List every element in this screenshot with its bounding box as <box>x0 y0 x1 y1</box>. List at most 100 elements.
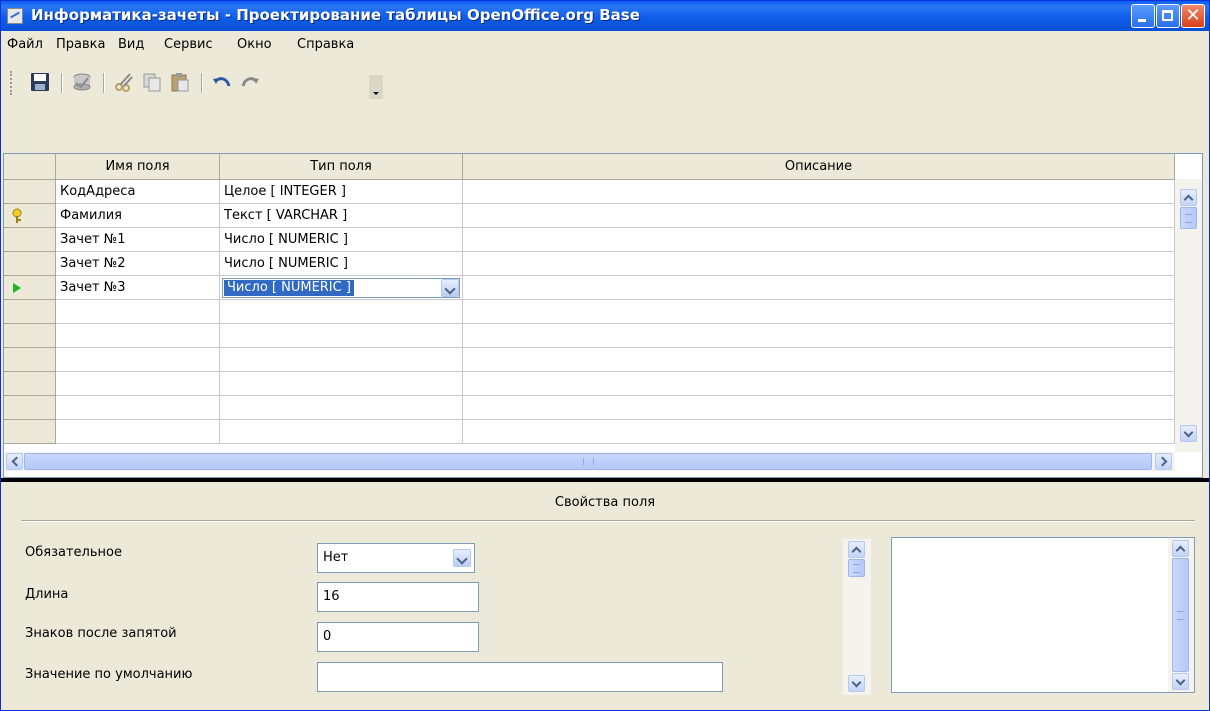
field-type-cell[interactable]: Число [ NUMERIC ] <box>220 276 463 300</box>
row-selector[interactable] <box>4 372 56 396</box>
grid-hscroll-thumb[interactable] <box>24 453 1152 470</box>
description-cell[interactable] <box>463 420 1175 444</box>
app-icon[interactable] <box>7 8 23 24</box>
scroll-down-button[interactable] <box>1180 425 1197 442</box>
menu-edit[interactable]: Правка <box>56 37 105 52</box>
scroll-right-button[interactable] <box>1155 453 1172 470</box>
save-button[interactable] <box>29 71 51 93</box>
row-selector[interactable] <box>4 276 56 300</box>
field-type-select[interactable]: Число [ NUMERIC ] <box>222 278 460 298</box>
description-cell[interactable] <box>463 396 1175 420</box>
description-cell[interactable] <box>463 348 1175 372</box>
scroll-up-button[interactable] <box>848 541 865 558</box>
field-type-cell[interactable] <box>220 324 463 348</box>
decimals-input[interactable]: 0 <box>317 622 479 652</box>
grid-horizontal-scrollbar[interactable] <box>4 452 1175 471</box>
copy-button[interactable] <box>141 71 163 93</box>
field-type-cell[interactable]: Целое [ INTEGER ] <box>220 180 463 204</box>
row-selector[interactable] <box>4 396 56 420</box>
default-value-input[interactable] <box>317 662 723 692</box>
field-name-cell[interactable] <box>56 300 220 324</box>
row-selector[interactable] <box>4 252 56 276</box>
row-selector[interactable] <box>4 348 56 372</box>
scroll-down-button[interactable] <box>1172 673 1189 690</box>
field-type-cell[interactable]: Число [ NUMERIC ] <box>220 228 463 252</box>
table-row[interactable]: Зачет №2 Число [ NUMERIC ] <box>4 252 1175 276</box>
toolbar-grip[interactable] <box>10 71 14 95</box>
length-input[interactable]: 16 <box>317 582 479 612</box>
row-selector[interactable] <box>4 228 56 252</box>
scroll-down-button[interactable] <box>848 675 865 692</box>
table-row[interactable]: КодАдреса Целое [ INTEGER ] <box>4 180 1175 204</box>
properties-scroll-thumb[interactable] <box>848 559 865 577</box>
description-cell[interactable] <box>463 204 1175 228</box>
field-type-cell[interactable] <box>220 348 463 372</box>
menu-file[interactable]: Файл <box>7 37 43 52</box>
close-button[interactable]: ✕ <box>1181 4 1205 28</box>
row-selector[interactable] <box>4 300 56 324</box>
scroll-up-button[interactable] <box>1172 540 1189 557</box>
field-name-cell[interactable] <box>56 372 220 396</box>
field-name-cell[interactable] <box>56 324 220 348</box>
row-selector[interactable] <box>4 204 56 228</box>
description-cell[interactable] <box>463 324 1175 348</box>
table-row[interactable] <box>4 420 1175 444</box>
row-selector[interactable] <box>4 324 56 348</box>
field-name-cell[interactable]: Фамилия <box>56 204 220 228</box>
field-type-cell[interactable] <box>220 420 463 444</box>
row-selector[interactable] <box>4 420 56 444</box>
row-selector[interactable] <box>4 180 56 204</box>
maximize-button[interactable] <box>1156 4 1180 28</box>
pane-splitter[interactable] <box>1 478 1209 482</box>
required-select[interactable]: Нет <box>317 543 475 573</box>
properties-scrollbar[interactable] <box>843 539 871 695</box>
description-cell[interactable] <box>463 180 1175 204</box>
chevron-down-icon[interactable] <box>441 279 459 297</box>
help-scrollbar[interactable] <box>1168 538 1194 692</box>
table-row[interactable]: Зачет №1 Число [ NUMERIC ] <box>4 228 1175 252</box>
field-name-cell[interactable] <box>56 420 220 444</box>
table-row[interactable] <box>4 324 1175 348</box>
table-row[interactable]: Фамилия Текст [ VARCHAR ] <box>4 204 1175 228</box>
scroll-left-button[interactable] <box>6 453 23 470</box>
description-cell[interactable] <box>463 276 1175 300</box>
field-type-cell[interactable] <box>220 300 463 324</box>
chevron-down-icon[interactable] <box>453 549 471 567</box>
scroll-up-button[interactable] <box>1180 189 1197 206</box>
paste-button[interactable] <box>169 71 191 93</box>
field-type-cell[interactable] <box>220 396 463 420</box>
help-scroll-thumb[interactable] <box>1172 558 1189 672</box>
column-header-description[interactable]: Описание <box>463 154 1175 179</box>
field-type-cell[interactable]: Текст [ VARCHAR ] <box>220 204 463 228</box>
cut-button[interactable] <box>113 71 135 93</box>
field-name-cell[interactable] <box>56 396 220 420</box>
column-header-field-name[interactable]: Имя поля <box>56 154 220 179</box>
field-type-cell[interactable] <box>220 372 463 396</box>
table-row[interactable] <box>4 300 1175 324</box>
field-name-cell[interactable]: Зачет №1 <box>56 228 220 252</box>
table-row[interactable] <box>4 372 1175 396</box>
menu-view[interactable]: Вид <box>118 37 144 52</box>
field-name-cell[interactable]: Зачет №2 <box>56 252 220 276</box>
toolbar-options-dropdown[interactable] <box>369 75 383 99</box>
grid-scroll-thumb[interactable] <box>1180 207 1197 229</box>
redo-button[interactable] <box>239 71 261 93</box>
field-name-cell[interactable] <box>56 348 220 372</box>
menu-window[interactable]: Окно <box>237 37 272 52</box>
description-cell[interactable] <box>463 228 1175 252</box>
database-button[interactable] <box>71 71 93 93</box>
menu-tools[interactable]: Сервис <box>164 37 213 52</box>
table-row[interactable] <box>4 348 1175 372</box>
minimize-button[interactable] <box>1131 4 1155 28</box>
undo-button[interactable] <box>211 71 233 93</box>
field-name-cell[interactable]: КодАдреса <box>56 180 220 204</box>
table-row[interactable]: Зачет №3 Число [ NUMERIC ] <box>4 276 1175 300</box>
menu-help[interactable]: Справка <box>297 37 354 52</box>
grid-vertical-scrollbar[interactable] <box>1175 179 1202 452</box>
field-name-cell[interactable]: Зачет №3 <box>56 276 220 300</box>
field-type-cell[interactable]: Число [ NUMERIC ] <box>220 252 463 276</box>
description-cell[interactable] <box>463 252 1175 276</box>
description-cell[interactable] <box>463 372 1175 396</box>
title-bar[interactable]: Информатика-зачеты - Проектирование табл… <box>1 1 1209 31</box>
table-row[interactable] <box>4 396 1175 420</box>
